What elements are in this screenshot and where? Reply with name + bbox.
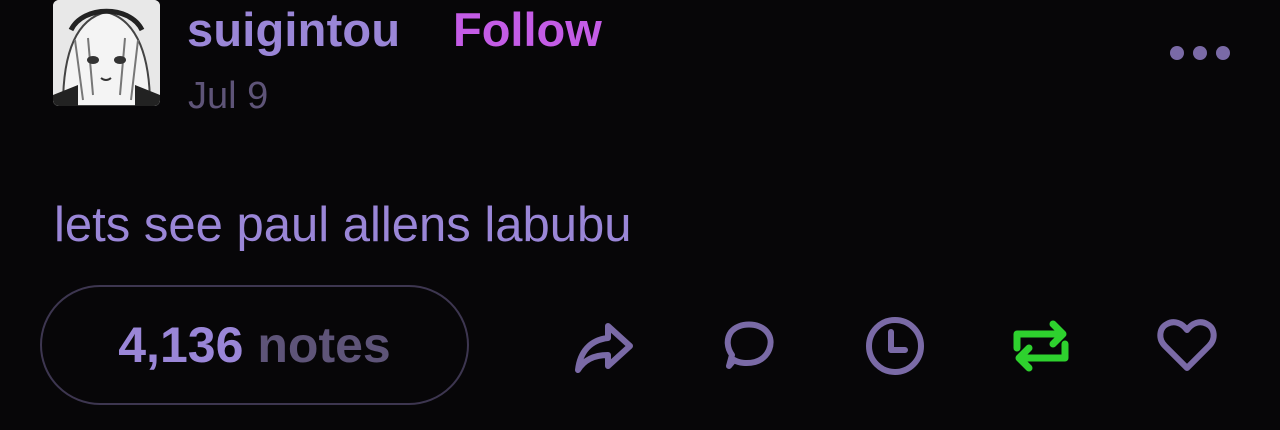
more-horizontal-icon xyxy=(1216,46,1230,60)
reblog-icon xyxy=(1013,320,1069,372)
post-body-text: lets see paul allens labubu xyxy=(54,198,632,252)
comment-bubble-icon xyxy=(724,321,774,369)
post-date[interactable]: Jul 9 xyxy=(188,74,268,118)
heart-icon xyxy=(1157,319,1217,371)
share-button[interactable] xyxy=(572,314,636,378)
avatar[interactable] xyxy=(53,0,160,106)
post-card: suigintou Follow Jul 9 lets see paul all… xyxy=(0,0,1280,430)
queue-button[interactable] xyxy=(863,314,927,378)
reblog-button[interactable] xyxy=(1009,314,1073,378)
notes-label: notes xyxy=(257,317,391,373)
like-button[interactable] xyxy=(1155,314,1219,378)
avatar-image xyxy=(53,0,160,106)
follow-button[interactable]: Follow xyxy=(453,2,602,58)
username-link[interactable]: suigintou xyxy=(187,2,400,58)
notes-button[interactable]: 4,136 notes xyxy=(40,285,469,405)
notes-count: 4,136 xyxy=(118,317,244,373)
reply-button[interactable] xyxy=(717,314,781,378)
more-horizontal-icon xyxy=(1170,46,1184,60)
share-arrow-icon xyxy=(575,323,633,373)
more-horizontal-icon xyxy=(1193,46,1207,60)
more-options-button[interactable] xyxy=(1170,40,1230,66)
clock-icon xyxy=(866,317,924,375)
